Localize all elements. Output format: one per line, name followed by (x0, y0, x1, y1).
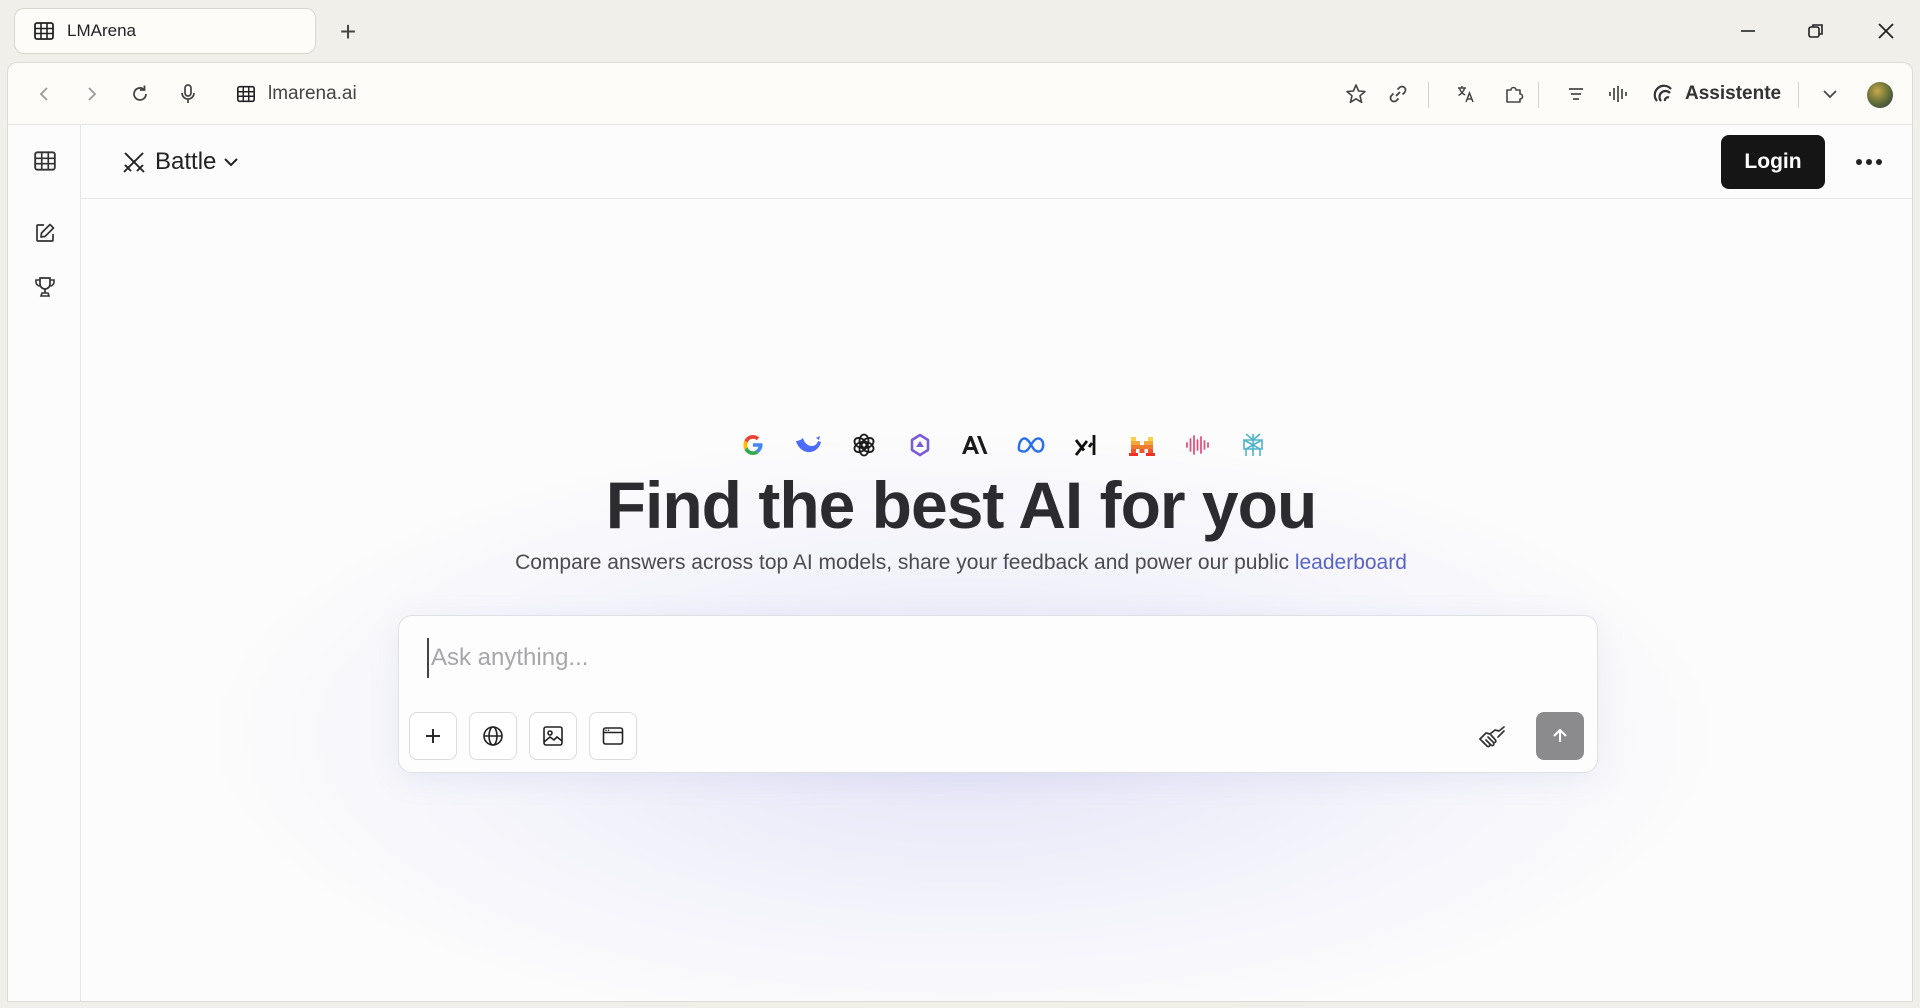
sidebar-grid-icon[interactable] (31, 147, 59, 175)
grid-icon (33, 20, 55, 42)
mic-icon[interactable] (172, 78, 204, 110)
prompt-composer (398, 615, 1598, 773)
star-icon[interactable] (1340, 78, 1372, 110)
more-options-icon[interactable] (1851, 147, 1887, 177)
restore-button[interactable] (1796, 12, 1836, 50)
new-tab-button[interactable]: + (332, 16, 364, 48)
tab-title: LMArena (67, 21, 136, 40)
meta-logo-icon (1016, 430, 1046, 460)
swords-icon (121, 149, 147, 175)
attach-plus-button[interactable] (409, 712, 457, 760)
audio-wave-logo-icon (1182, 430, 1212, 460)
minimize-button[interactable] (1728, 12, 1768, 50)
audio-icon[interactable] (1602, 78, 1634, 110)
deepseek-logo-icon (794, 430, 824, 460)
app-header: Battle Login (81, 125, 1912, 199)
profile-avatar[interactable] (1867, 82, 1893, 108)
web-search-globe-button[interactable] (469, 712, 517, 760)
prompt-input[interactable] (427, 638, 1527, 678)
hero-subtitle-text: Compare answers across top AI models, sh… (515, 551, 1289, 574)
provider-logos (738, 425, 1268, 465)
trophy-icon[interactable] (31, 273, 59, 301)
chevron-down-icon (222, 153, 240, 171)
forward-icon[interactable] (76, 78, 108, 110)
assistant-icon (1653, 83, 1675, 105)
chevron-down-icon[interactable] (1814, 78, 1846, 110)
anthropic-logo-icon (960, 430, 990, 460)
back-icon[interactable] (28, 78, 60, 110)
site-favicon-icon (236, 84, 256, 104)
image-generation-button[interactable] (529, 712, 577, 760)
close-window-button[interactable] (1866, 12, 1906, 50)
tab-bar: LMArena + (0, 0, 1920, 62)
mode-selector[interactable]: Battle (121, 145, 240, 179)
openai-logo-icon (849, 430, 879, 460)
reload-icon[interactable] (124, 78, 156, 110)
hero-title: Find the best AI for you (605, 468, 1318, 542)
toolbar-divider (1428, 82, 1429, 108)
extension-icon[interactable] (1498, 78, 1530, 110)
google-logo-icon (738, 430, 768, 460)
new-chat-edit-icon[interactable] (31, 219, 59, 247)
leaderboard-link[interactable]: leaderboard (1295, 551, 1407, 574)
web-page: Battle Login Find the best AI for you Co… (7, 124, 1913, 1002)
browser-window-button[interactable] (589, 712, 637, 760)
xai-logo-icon (1071, 430, 1101, 460)
address-bar[interactable]: lmarena.ai (236, 75, 357, 113)
url-text: lmarena.ai (268, 83, 357, 104)
browser-toolbar: lmarena.ai Assistente (7, 62, 1913, 124)
mode-label: Battle (155, 148, 217, 175)
translate-icon[interactable] (1450, 78, 1482, 110)
gemini-logo-icon (905, 430, 935, 460)
mistral-logo-icon (1127, 430, 1157, 460)
toolbar-divider (1798, 82, 1799, 108)
handshake-icon[interactable] (1475, 720, 1509, 754)
perplexity-logo-icon (1238, 430, 1268, 460)
hero-subtitle: Compare answers across top AI models, sh… (8, 551, 1912, 575)
toolbar-divider (1538, 82, 1539, 108)
assistant-button[interactable]: Assistente (1653, 75, 1781, 113)
assistant-label: Assistente (1685, 83, 1782, 104)
send-button[interactable] (1536, 712, 1584, 760)
login-button[interactable]: Login (1721, 135, 1825, 189)
reader-icon[interactable] (1560, 78, 1592, 110)
link-icon[interactable] (1382, 78, 1414, 110)
browser-tab[interactable]: LMArena (14, 8, 316, 54)
